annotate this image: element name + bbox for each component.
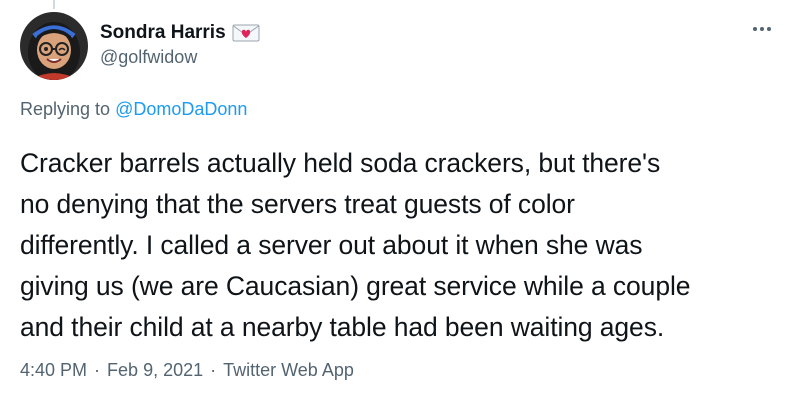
tweet-header: Sondra Harris @golfwidow xyxy=(20,12,777,82)
avatar-image xyxy=(20,12,88,80)
tweet-text-line: no denying that the servers treat guests… xyxy=(20,189,575,219)
tweet-text-line: Cracker barrels actually held soda crack… xyxy=(20,148,661,178)
thread-connector-line xyxy=(53,0,55,9)
display-name[interactable]: Sondra Harris xyxy=(100,22,226,44)
author-handle[interactable]: @golfwidow xyxy=(100,47,260,68)
tweet-text-line: and their child at a nearby table had be… xyxy=(20,312,665,342)
meta-separator: · xyxy=(94,360,101,380)
tweet-text-line: differently. I called a server out about… xyxy=(20,230,643,260)
display-name-row: Sondra Harris xyxy=(100,20,260,46)
replying-to: Replying to @DomoDaDonn xyxy=(20,99,247,120)
tweet-date[interactable]: Feb 9, 2021 xyxy=(107,360,203,381)
avatar[interactable] xyxy=(20,12,88,80)
more-dot-icon xyxy=(760,27,764,31)
meta-separator: · xyxy=(210,360,217,380)
tweet-source[interactable]: Twitter Web App xyxy=(223,360,354,381)
tweet-metadata: 4:40 PM · Feb 9, 2021 · Twitter Web App xyxy=(20,360,354,381)
more-options-button[interactable] xyxy=(747,16,777,42)
love-letter-icon xyxy=(232,23,260,43)
replying-to-label: Replying to xyxy=(20,99,111,119)
more-dot-icon xyxy=(767,27,771,31)
more-dot-icon xyxy=(753,27,757,31)
tweet-text-line: giving us (we are Caucasian) great servi… xyxy=(20,271,691,301)
tweet-text: Cracker barrels actually held soda crack… xyxy=(20,143,780,348)
tweet-time[interactable]: 4:40 PM xyxy=(20,360,87,381)
author-names: Sondra Harris @golfwidow xyxy=(100,20,260,68)
reply-mention-link[interactable]: @DomoDaDonn xyxy=(115,99,247,119)
